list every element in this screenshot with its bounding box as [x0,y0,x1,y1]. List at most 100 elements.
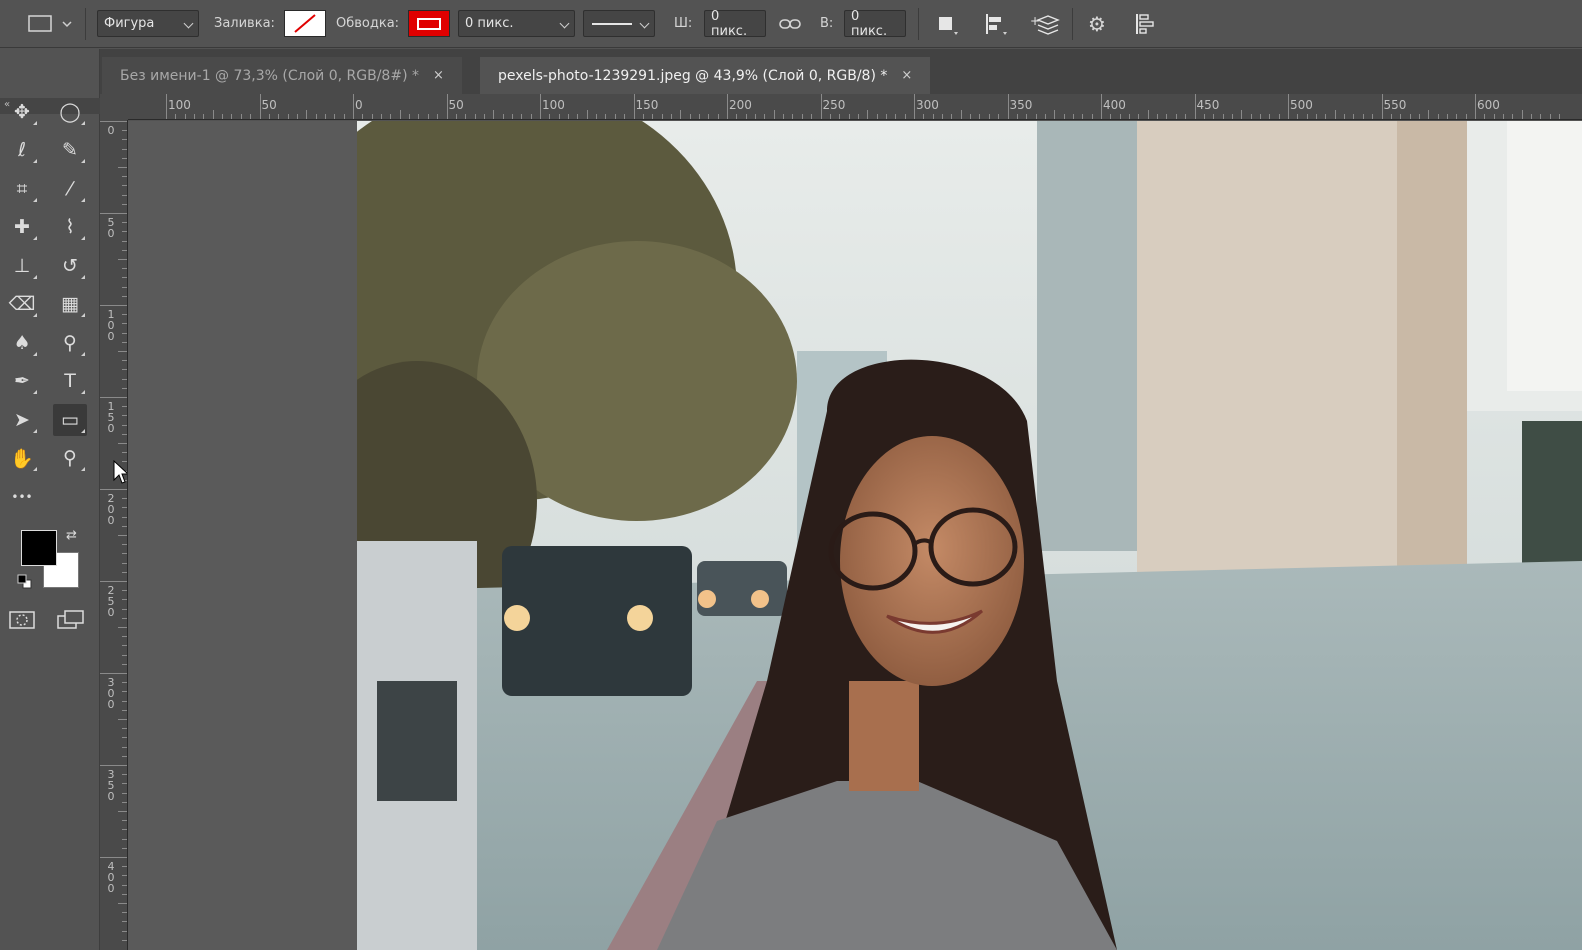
ellipse-marquee-tool[interactable]: ◯ [53,96,87,128]
ruler-minor-tick [1203,114,1205,119]
close-icon[interactable]: × [901,68,912,83]
move-tool[interactable]: ✥ [5,96,39,128]
ruler-major-tick [1288,94,1289,119]
screen-mode-icon [57,610,84,629]
fill-swatch[interactable] [284,10,326,37]
screen-mode-button[interactable] [57,610,87,634]
ruler-minor-tick [222,114,224,119]
quick-selection-icon: ✎ [62,139,78,161]
gradient-tool[interactable]: ▦ [53,288,87,320]
canvas-area[interactable] [128,121,1582,950]
ruler-origin[interactable] [100,94,128,120]
ruler-minor-tick [122,360,127,362]
ruler-minor-tick [122,571,127,573]
ruler-minor-tick [1316,114,1318,119]
ruler-minor-tick [315,114,317,119]
history-brush-tool[interactable]: ↺ [53,250,87,282]
align-edges-button[interactable] [1133,10,1157,37]
type-tool[interactable]: T [53,365,87,397]
ruler-minor-tick [1409,114,1411,119]
settings-button[interactable]: ⚙ [1088,10,1106,37]
brush-tool[interactable]: ⌇ [53,211,87,243]
quick-selection-tool[interactable]: ✎ [53,134,87,166]
crop-tool[interactable]: ⌗ [5,173,39,205]
stroke-type-select[interactable] [583,10,655,37]
default-colors-button[interactable] [17,574,33,594]
document-tab[interactable]: Без имени-1 @ 73,3% (Слой 0, RGB/8#) * × [102,57,462,94]
path-selection-tool[interactable]: ➤ [5,404,39,436]
stroke-swatch[interactable] [408,10,450,37]
document-tab-active[interactable]: pexels-photo-1239291.jpeg @ 43,9% (Слой … [480,57,931,94]
ruler-minor-tick [605,114,607,119]
align-left-icon [986,13,1007,35]
ruler-minor-tick [792,114,794,119]
path-arrangement-button[interactable]: + [1030,10,1060,37]
lasso-icon: ℓ [18,139,26,161]
horizontal-ruler[interactable]: 100 50 0 50 100 150 200 250 300 350 400 450 500 550 60… [128,94,1582,120]
eyedropper-tool[interactable]: ⁄ [53,173,87,205]
ruler-minor-tick [1521,110,1523,119]
ruler-minor-tick [250,114,252,119]
ruler-minor-tick [1531,114,1533,119]
dodge-tool[interactable]: ⚲ [53,327,87,359]
edit-toolbar[interactable]: ••• [5,481,39,513]
healing-brush-tool[interactable]: ✚ [5,211,39,243]
blur-tool[interactable]: ♠ [5,327,39,359]
ruler-minor-tick [755,114,757,119]
ruler-minor-tick [122,921,127,923]
link-dimensions-button[interactable] [778,10,802,37]
ruler-label: 250 [822,98,846,112]
chevron-down-icon [559,18,570,29]
ruler-minor-tick [122,157,127,159]
height-input[interactable]: 0 пикс. [844,9,906,39]
hand-icon: ✋ [10,447,34,470]
ruler-minor-tick [773,110,775,119]
document-image[interactable] [357,121,1582,950]
path-alignment-button[interactable] [983,10,1009,37]
tool-preset-picker[interactable] [24,10,76,37]
stroke-width-input[interactable]: 0 пикс. [458,10,575,37]
eraser-tool[interactable]: ⌫ [5,288,39,320]
hand-tool[interactable]: ✋ [5,442,39,474]
pen-tool[interactable]: ✒ [5,365,39,397]
ruler-minor-tick [122,893,127,895]
ruler-minor-tick [1129,114,1131,119]
ruler-minor-tick [1334,110,1336,119]
ruler-minor-tick [122,406,127,408]
rectangle-tool[interactable]: ▭ [53,404,87,436]
vertical-ruler[interactable]: 0 50 100 150 200 250 300 350 400 [100,120,128,950]
ruler-minor-tick [118,443,127,444]
ruler-minor-tick [689,114,691,119]
lasso-tool[interactable]: ℓ [5,134,39,166]
ruler-label: 100 [542,98,565,112]
ruler-minor-tick [122,930,127,932]
path-operations-button[interactable] [934,10,960,37]
ruler-major-tick [100,305,127,306]
ruler-label: 300 [916,98,939,112]
shape-mode-select[interactable]: Фигура [97,10,199,37]
clone-stamp-tool[interactable]: ⊥ [5,250,39,282]
width-input[interactable]: 0 пикс. [704,9,766,39]
close-icon[interactable]: × [433,68,444,83]
chevron-down-icon [183,18,194,29]
layer-stack-icon: + [1030,14,1060,35]
ruler-major-tick [540,94,541,119]
ruler-minor-tick [1353,114,1355,119]
ruler-minor-tick [122,617,127,619]
ruler-minor-tick [122,562,127,564]
gear-icon: ⚙ [1088,11,1106,36]
ruler-minor-tick [1484,114,1486,119]
ruler-label: 300 [107,676,115,711]
ruler-label: 550 [1383,98,1407,112]
ruler-minor-tick [1493,114,1495,119]
ruler-label: 100 [168,98,191,112]
swap-colors-icon[interactable]: ⇄ [66,528,77,543]
ruler-minor-tick [1026,114,1028,119]
quick-mask-button[interactable] [9,610,35,634]
ruler-minor-tick [122,755,127,757]
ruler-minor-tick [1166,114,1168,119]
zoom-tool[interactable]: ⚲ [53,442,87,474]
ruler-minor-tick [1119,114,1121,119]
ruler-minor-tick [895,114,897,119]
foreground-color-swatch[interactable] [21,530,57,566]
